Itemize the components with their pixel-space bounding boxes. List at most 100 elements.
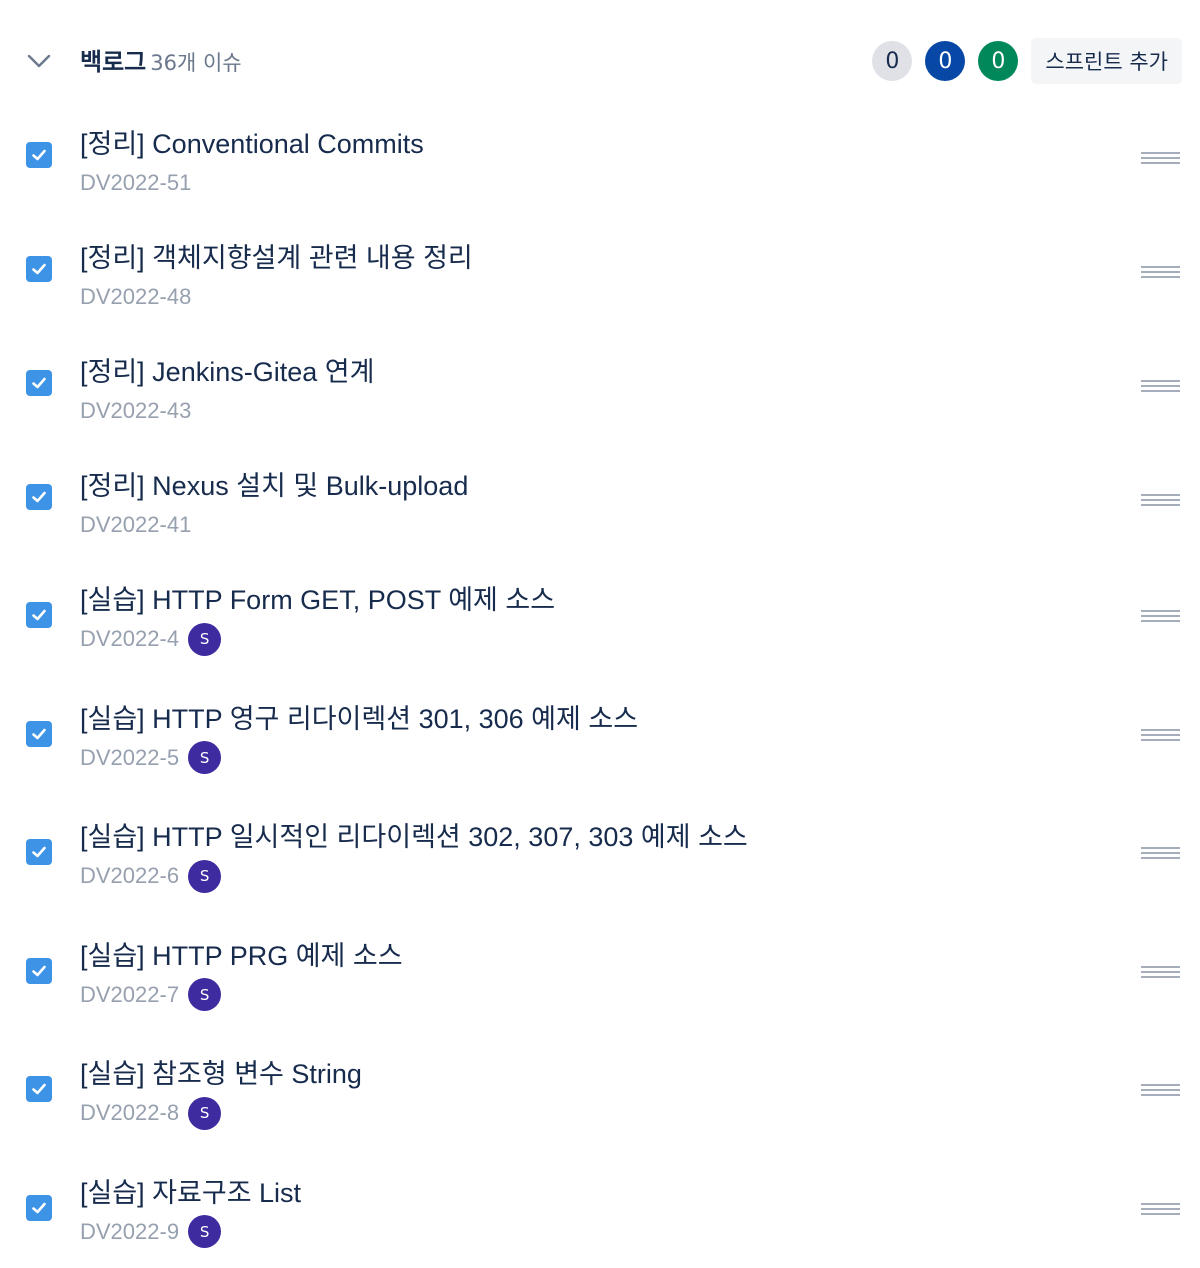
backlog-title-group: 백로그 36개 이슈 [80, 42, 242, 78]
drag-handle-line [1141, 1084, 1180, 1086]
issue-summary[interactable]: [정리] Jenkins-Gitea 연계 [80, 350, 374, 389]
issue-row[interactable]: [실습] 자료구조 List DV2022-9 S [0, 1147, 1200, 1266]
drag-handle-line [1141, 733, 1180, 736]
checkmark-icon [32, 965, 46, 976]
done-count-badge: 0 [978, 41, 1019, 81]
issue-checkbox[interactable] [26, 720, 52, 747]
drag-handle-icon[interactable] [1141, 494, 1180, 508]
drag-handle-line [1141, 970, 1180, 973]
assignee-avatar[interactable]: S [188, 978, 222, 1011]
issue-row[interactable]: [정리] Conventional Commits DV2022-51 [0, 98, 1200, 212]
drag-handle-line [1141, 1212, 1180, 1215]
checkmark-icon [32, 377, 46, 389]
add-sprint-button[interactable]: 스프린트 추가 [1031, 38, 1182, 84]
issue-key[interactable]: DV2022-51 [80, 170, 191, 196]
assignee-avatar[interactable]: S [188, 741, 222, 774]
checkmark-icon [32, 609, 46, 621]
issue-meta: DV2022-51 [80, 166, 191, 200]
issue-meta: DV2022-9 S [80, 1215, 222, 1249]
assignee-avatar[interactable]: S [188, 859, 222, 893]
issue-meta: DV2022-4 S [80, 622, 222, 656]
issue-summary[interactable]: [실습] HTTP 영구 리다이렉션 301, 306 예제 소스 [80, 697, 638, 736]
issue-summary[interactable]: [실습] 자료구조 List [80, 1171, 301, 1210]
issue-row[interactable]: [실습] HTTP Form GET, POST 예제 소스 DV2022-4 S [0, 554, 1200, 673]
issue-row[interactable]: [정리] Jenkins-Gitea 연계 DV2022-43 [0, 326, 1200, 440]
drag-handle-line [1141, 610, 1180, 612]
issue-key[interactable]: DV2022-5 [80, 745, 179, 771]
issue-summary[interactable]: [실습] 참조형 변수 String [80, 1052, 362, 1091]
drag-handle-icon[interactable] [1141, 1202, 1180, 1217]
issue-checkbox[interactable] [26, 1076, 52, 1102]
issue-row[interactable]: [정리] Nexus 설치 및 Bulk-upload DV2022-41 [0, 440, 1200, 554]
drag-handle-icon[interactable] [1141, 380, 1180, 394]
issue-summary[interactable]: [실습] HTTP 일시적인 리다이렉션 302, 307, 303 예제 소스 [80, 815, 748, 854]
issue-key[interactable]: DV2022-41 [80, 512, 191, 538]
issue-row[interactable]: [정리] 객체지향설계 관련 내용 정리 DV2022-48 [0, 212, 1200, 326]
drag-handle-icon[interactable] [1141, 847, 1180, 861]
issue-row[interactable]: [실습] HTTP PRG 예제 소스 DV2022-7 S [0, 910, 1200, 1029]
issue-summary[interactable]: [실습] HTTP PRG 예제 소스 [80, 934, 403, 973]
drag-handle-line [1141, 276, 1180, 278]
assignee-avatar[interactable]: S [188, 622, 222, 656]
backlog-title: 백로그 [80, 48, 147, 76]
drag-handle-line [1141, 271, 1180, 273]
issue-row[interactable]: [실습] HTTP 영구 리다이렉션 301, 306 예제 소스 DV2022-… [0, 673, 1200, 792]
status-badges: 0 0 0 스프린트 추가 [872, 38, 1182, 84]
drag-handle-line [1141, 728, 1180, 731]
drag-handle-icon[interactable] [1141, 965, 1180, 980]
issue-key[interactable]: DV2022-43 [80, 398, 191, 424]
checkmark-icon [32, 846, 46, 858]
issue-summary[interactable]: [정리] Conventional Commits [80, 122, 424, 161]
issue-row[interactable]: [실습] HTTP 일시적인 리다이렉션 302, 307, 303 예제 소스… [0, 791, 1200, 910]
drag-handle-line [1141, 620, 1180, 622]
drag-handle-line [1141, 380, 1180, 382]
issue-summary[interactable]: [실습] HTTP Form GET, POST 예제 소스 [80, 578, 555, 617]
issue-summary[interactable]: [정리] Nexus 설치 및 Bulk-upload [80, 464, 468, 503]
issue-meta: DV2022-6 S [80, 859, 222, 893]
issue-summary[interactable]: [정리] 객체지향설계 관련 내용 정리 [80, 236, 473, 275]
issue-meta: DV2022-8 S [80, 1096, 222, 1130]
issue-key[interactable]: DV2022-7 [80, 982, 179, 1008]
drag-handle-line [1141, 1207, 1180, 1210]
drag-handle-icon[interactable] [1141, 728, 1180, 743]
drag-handle-line [1141, 162, 1180, 164]
issue-checkbox[interactable] [26, 1194, 52, 1221]
issue-key[interactable]: DV2022-9 [80, 1219, 179, 1245]
checkmark-icon [32, 263, 46, 275]
assignee-avatar[interactable]: S [188, 1215, 222, 1248]
drag-handle-line [1141, 499, 1180, 501]
issue-checkbox[interactable] [26, 957, 52, 984]
drag-handle-line [1141, 615, 1180, 617]
issue-checkbox[interactable] [26, 602, 52, 628]
issue-row[interactable]: [실습] 참조형 변수 String DV2022-8 S [0, 1028, 1200, 1147]
issue-key[interactable]: DV2022-6 [80, 863, 179, 889]
drag-handle-line [1141, 847, 1180, 849]
issue-checkbox[interactable] [26, 370, 52, 396]
issue-checkbox[interactable] [26, 142, 52, 168]
checkmark-icon [32, 1083, 46, 1095]
issue-checkbox[interactable] [26, 256, 52, 282]
drag-handle-line [1141, 266, 1180, 268]
checkmark-icon [32, 728, 46, 739]
drag-handle-line [1141, 975, 1180, 978]
drag-handle-icon[interactable] [1141, 266, 1180, 280]
drag-handle-icon[interactable] [1141, 1084, 1180, 1098]
drag-handle-line [1141, 504, 1180, 506]
assignee-avatar[interactable]: S [188, 1096, 222, 1130]
issue-checkbox[interactable] [26, 839, 52, 865]
drag-handle-line [1141, 494, 1180, 496]
drag-handle-line [1141, 738, 1180, 741]
drag-handle-line [1141, 385, 1180, 387]
drag-handle-icon[interactable] [1141, 610, 1180, 624]
drag-handle-line [1141, 152, 1180, 154]
issue-count: 36개 이슈 [150, 51, 242, 75]
checkmark-icon [32, 149, 46, 161]
drag-handle-line [1141, 1202, 1180, 1205]
issue-key[interactable]: DV2022-48 [80, 284, 191, 310]
chevron-down-icon[interactable] [26, 50, 52, 72]
issue-checkbox[interactable] [26, 484, 52, 510]
issue-key[interactable]: DV2022-4 [80, 626, 179, 652]
issue-key[interactable]: DV2022-8 [80, 1100, 179, 1126]
drag-handle-icon[interactable] [1141, 152, 1180, 166]
issue-list: [정리] Conventional Commits DV2022-51 [정리] 객… [0, 98, 1200, 1265]
